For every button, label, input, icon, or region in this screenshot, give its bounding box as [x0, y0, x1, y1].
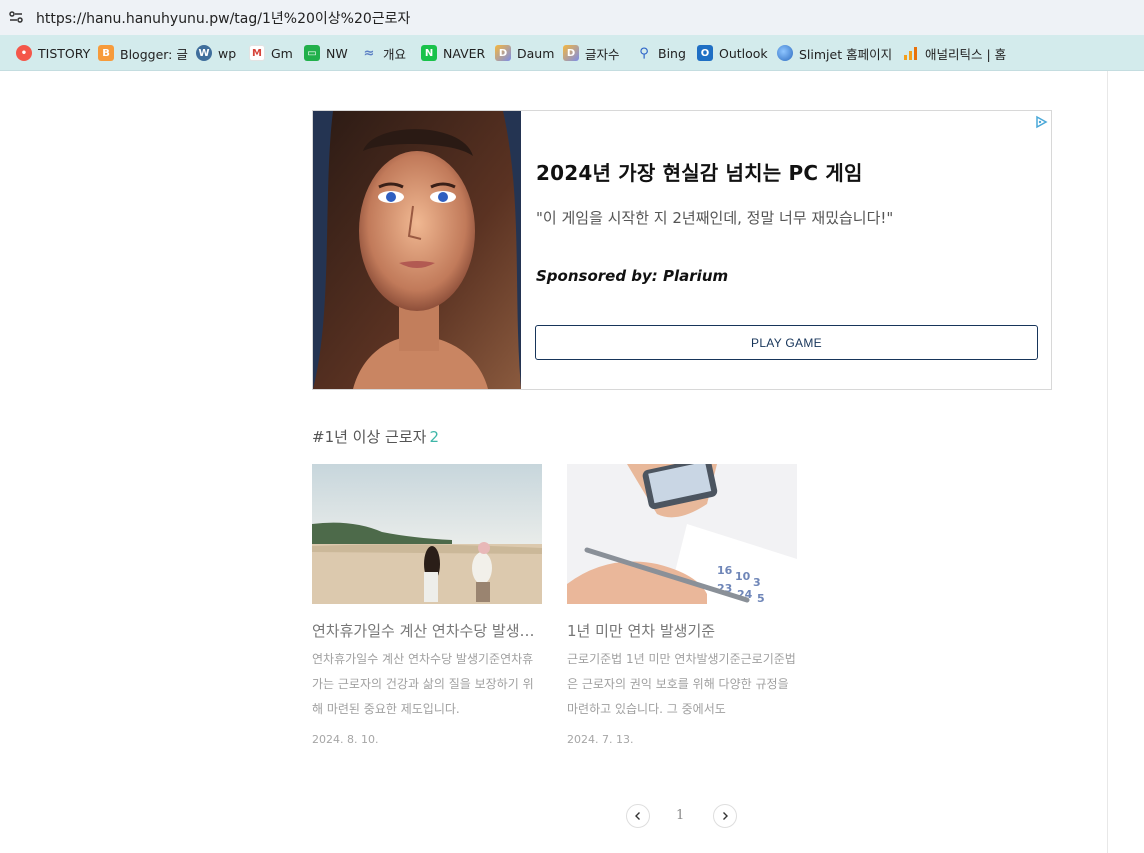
bookmarks-bar: • TISTORY B Blogger: 글 W wp M Gm ▭ NW ≈ …	[0, 35, 1144, 71]
daum-icon: D	[563, 45, 579, 61]
ad-title[interactable]: 2024년 가장 현실감 넘치는 PC 게임	[536, 157, 863, 186]
tistory-icon: •	[16, 45, 32, 61]
search-icon: ⚲	[639, 45, 649, 61]
chevron-right-icon	[723, 812, 728, 820]
bookmark-slimjet[interactable]: Slimjet 홈페이지	[777, 44, 892, 62]
bookmark-label: NAVER	[443, 45, 486, 61]
bookmark-label: 글자수	[585, 46, 620, 62]
ad-banner[interactable]: 2024년 가장 현실감 넘치는 PC 게임 "이 게임을 시작한 지 2년째인…	[312, 110, 1052, 390]
tag-heading: #1년 이상 근로자 2	[312, 426, 439, 447]
bookmark-label: wp	[218, 45, 237, 61]
url-text[interactable]: https://hanu.hanuhyunu.pw/tag/1년%20이상%20…	[36, 8, 410, 28]
daum-icon: D	[495, 45, 511, 61]
post-title[interactable]: 연차휴가일수 계산 연차수당 발생기준	[312, 620, 542, 641]
bookmark-naver[interactable]: N NAVER	[421, 44, 485, 62]
analytics-icon	[903, 45, 919, 61]
bookmark-analytics[interactable]: 애널리틱스 | 홈	[903, 44, 1006, 62]
tag-name: #1년 이상 근로자	[312, 428, 427, 446]
monitor-icon: ▭	[304, 45, 320, 61]
post-thumbnail[interactable]	[312, 464, 542, 604]
bookmark-charcount[interactable]: D 글자수	[563, 44, 620, 62]
bookmark-label: 개요	[383, 46, 407, 62]
post-summary: 연차휴가일수 계산 연차수당 발생기준연차휴가는 근로자의 건강과 삶의 질을 …	[312, 652, 534, 716]
ad-sponsor: Sponsored by: Plarium	[536, 267, 729, 285]
bookmark-wp[interactable]: W wp	[196, 44, 236, 62]
adchoices-icon[interactable]	[1034, 115, 1048, 129]
bookmark-blogger[interactable]: B Blogger: 글	[98, 44, 188, 62]
post-thumbnail[interactable]: 16 10 3 23 24 5	[567, 464, 797, 604]
bookmark-bing[interactable]: ⚲ Bing	[636, 44, 686, 62]
search-console-icon: ≈	[363, 45, 375, 61]
tag-post-count: 2	[429, 428, 439, 446]
prev-page-button[interactable]	[626, 804, 650, 828]
beach-photo	[312, 464, 542, 604]
naver-icon: N	[421, 45, 437, 61]
outlook-icon: O	[697, 45, 713, 61]
svg-text:3: 3	[753, 576, 761, 589]
bookmark-tistory[interactable]: • TISTORY	[16, 44, 90, 62]
chevron-left-icon	[635, 812, 640, 820]
content-divider	[1107, 71, 1108, 853]
bookmark-label: TISTORY	[38, 45, 91, 61]
bookmark-label: 애널리틱스 | 홈	[925, 46, 1007, 62]
bookmark-nw[interactable]: ▭ NW	[304, 44, 348, 62]
play-game-button[interactable]: PLAY GAME	[535, 325, 1038, 360]
wordpress-icon: W	[196, 45, 212, 61]
page-number[interactable]: 1	[676, 808, 684, 823]
bookmark-label: Gm	[271, 45, 293, 61]
globe-icon	[777, 45, 793, 61]
bookmark-label: Bing	[658, 45, 686, 61]
bookmark-overview[interactable]: ≈ 개요	[361, 44, 406, 62]
address-bar[interactable]: https://hanu.hanuhyunu.pw/tag/1년%20이상%20…	[0, 0, 1144, 35]
site-info-icon[interactable]	[8, 9, 24, 25]
bookmark-label: Blogger: 글	[120, 46, 188, 62]
post-card[interactable]: 연차휴가일수 계산 연차수당 발생기준 연차휴가일수 계산 연차수당 발생기준연…	[312, 464, 542, 746]
post-summary: 근로기준법 1년 미만 연차발생기준근로기준법은 근로자의 권익 보호를 위해 …	[567, 652, 796, 716]
ad-portrait-illustration	[313, 111, 521, 389]
post-date: 2024. 8. 10.	[312, 733, 379, 746]
calendar-photo: 16 10 3 23 24 5	[567, 464, 797, 604]
bookmark-outlook[interactable]: O Outlook	[697, 44, 768, 62]
svg-text:5: 5	[757, 592, 765, 604]
ad-image[interactable]	[313, 111, 521, 389]
bookmark-label: Slimjet 홈페이지	[799, 46, 893, 62]
next-page-button[interactable]	[713, 804, 737, 828]
post-card[interactable]: 16 10 3 23 24 5 1년 미만 연차 발생기준 근로기준법 1년 미만 연차…	[567, 464, 797, 746]
post-date: 2024. 7. 13.	[567, 733, 634, 746]
post-title[interactable]: 1년 미만 연차 발생기준	[567, 620, 797, 641]
blogger-icon: B	[98, 45, 114, 61]
gmail-icon: M	[249, 45, 265, 61]
bookmark-label: Daum	[517, 45, 555, 61]
svg-text:10: 10	[735, 570, 751, 583]
ad-quote: "이 게임을 시작한 지 2년째인데, 정말 너무 재밌습니다!"	[536, 209, 894, 227]
bookmark-label: NW	[326, 45, 348, 61]
bookmark-daum[interactable]: D Daum	[495, 44, 554, 62]
bookmark-label: Outlook	[719, 45, 768, 61]
svg-text:16: 16	[717, 564, 733, 577]
bookmark-gm[interactable]: M Gm	[249, 44, 293, 62]
